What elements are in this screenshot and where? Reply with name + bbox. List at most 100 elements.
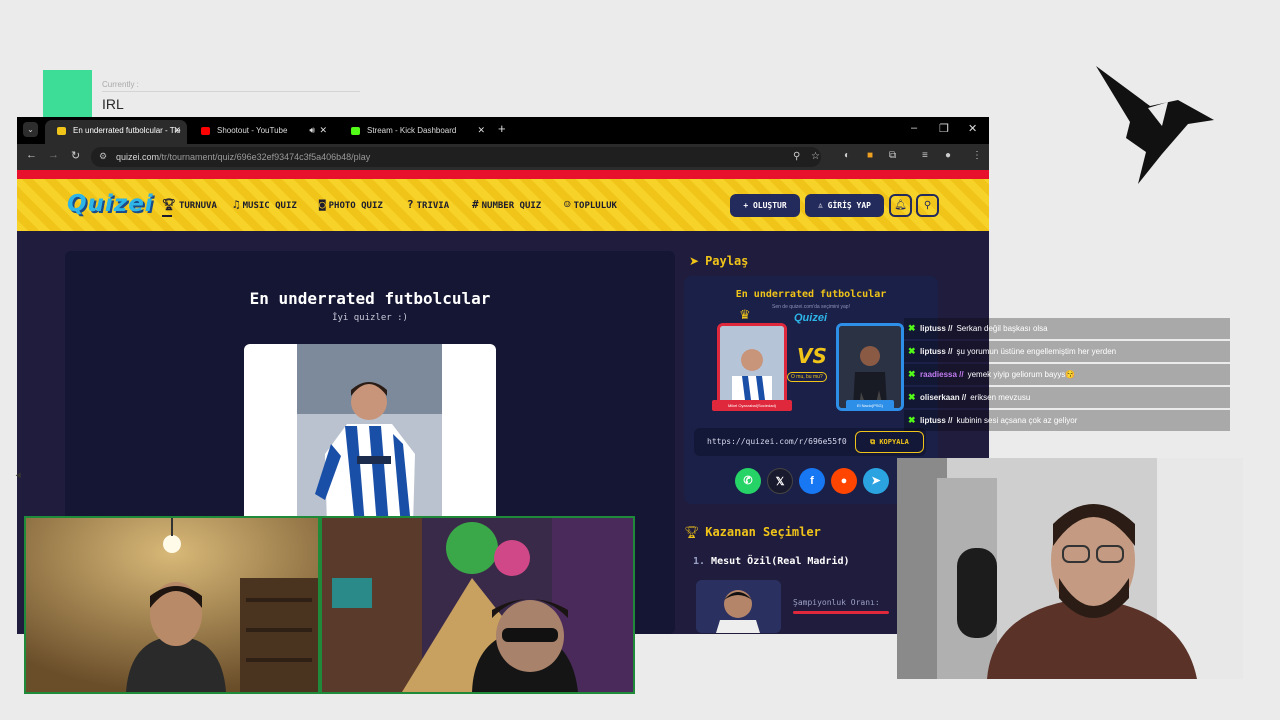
chat-message: ✖ liptuss //şu yorumun üstüne engellemişt… — [904, 341, 1230, 362]
minimize-icon[interactable]: – — [911, 122, 917, 134]
user-icon: ♙ — [818, 201, 828, 210]
bird-logo-icon — [1096, 66, 1214, 184]
chat-message: ✖ raadiessa //yemek yiyip geliorum bayys😚 — [904, 364, 1230, 385]
address-bar[interactable]: ⚙ quizei.com/tr/tournament/quiz/696e32ef… — [91, 147, 821, 167]
extension-icon[interactable]: ◐ — [844, 150, 850, 161]
player-choice-card[interactable] — [244, 344, 496, 526]
telegram-icon[interactable]: ➤ — [863, 468, 889, 494]
chat-overlay: ✖ liptuss //Serkan değil başkası olsa ✖ li… — [904, 318, 1230, 433]
trophy-icon: 🏆︎ — [162, 198, 176, 211]
winner-item[interactable]: 1. Mesut Özil(Real Madrid) — [693, 556, 850, 567]
share-link-text[interactable]: https://quizei.com/r/696e55f0 — [707, 437, 852, 446]
vs-quizei-logo: Quizei — [794, 312, 828, 324]
kick-badge-icon: ✖ — [908, 415, 916, 425]
close-icon[interactable]: ✕ — [319, 120, 327, 141]
streamer-webcam — [897, 458, 1243, 679]
vs-left-photo — [717, 323, 787, 411]
maximize-icon[interactable]: ❐ — [939, 122, 949, 135]
kick-badge-icon: ✖ — [908, 346, 916, 356]
nav-trivia[interactable]: ? TRIVIA — [407, 198, 449, 211]
kick-badge-icon: ✖ — [908, 392, 916, 402]
forward-icon[interactable]: → — [48, 149, 59, 161]
close-icon[interactable]: ✕ — [173, 120, 181, 141]
status-swatch — [43, 70, 92, 118]
reload-icon[interactable]: ↻ — [71, 149, 80, 162]
chat-message: ✖ oliserkaan //eriksen mevzusu — [904, 387, 1230, 408]
quiz-subtitle: İyi quizler :) — [332, 313, 408, 323]
status-divider — [102, 91, 360, 92]
send-icon: ➤ — [689, 254, 700, 268]
guest-webcam-left — [24, 516, 320, 694]
chat-message: ✖ liptuss //Serkan değil başkası olsa — [904, 318, 1230, 339]
hash-icon: # — [472, 198, 479, 211]
winner-rate-bar — [793, 611, 889, 614]
facebook-icon[interactable]: f — [799, 468, 825, 494]
kick-badge-icon: ✖ — [908, 323, 916, 333]
question-icon: ? — [407, 198, 414, 211]
share-card-subtitle: Sen de quizei.com'da seçimini yap! — [772, 304, 850, 310]
bell-icon[interactable]: 🔔︎ — [889, 194, 912, 217]
zoom-icon[interactable]: ⚲ — [793, 151, 800, 162]
vs-right-photo — [836, 323, 904, 411]
tab-label: Stream - Kick Dashboard — [367, 126, 457, 135]
share-card-title: En underrated futbolcular — [735, 289, 887, 300]
speaker-icon[interactable]: 🔊︎ — [309, 120, 315, 141]
search-icon[interactable]: ⚲ — [916, 194, 939, 217]
tab-search-dropdown[interactable]: ⌄ — [23, 122, 38, 137]
tab-bar: ⌄ En underrated futbolcular - Tie ✕ Shoo… — [17, 117, 989, 144]
puzzle-icon[interactable]: ⧉ — [889, 150, 896, 161]
kick-favicon-icon — [351, 127, 360, 135]
vs-text: VS — [797, 344, 827, 368]
site-info-icon[interactable]: ⚙ — [99, 151, 107, 162]
tab-quizei[interactable]: En underrated futbolcular - Tie ✕ — [45, 120, 187, 144]
nav-music-quiz[interactable]: ♫ MUSIC QUIZ — [233, 198, 297, 211]
quizei-favicon-icon — [57, 127, 66, 135]
tab-youtube[interactable]: Shootout - YouTube 🔊︎ ✕ — [189, 120, 333, 144]
tab-label: En underrated futbolcular - Tie — [73, 126, 181, 135]
quizei-logo[interactable]: Quizei — [67, 191, 154, 217]
music-icon: ♫ — [233, 198, 240, 211]
site-header: Quizei 🏆︎ TURNUVA ♫ MUSIC QUIZ ◙ PHOTO QUIZ… — [17, 179, 989, 231]
window-close-icon[interactable]: ✕ — [968, 122, 977, 135]
media-icon[interactable]: ≡ — [922, 150, 928, 161]
vs-right-name: El Nacio(PSG) — [846, 400, 894, 411]
trophy-icon: 🏆︎ — [684, 525, 700, 539]
profile-icon[interactable]: ● — [945, 150, 951, 161]
tab-label: Shootout - YouTube — [217, 126, 288, 135]
create-button[interactable]: + OLUŞTUR — [730, 194, 800, 217]
login-button[interactable]: ♙ GİRİŞ YAP — [805, 194, 884, 217]
new-tab-icon[interactable]: + — [498, 121, 506, 136]
back-icon[interactable]: ← — [26, 149, 37, 161]
status-caption: Currently : — [102, 80, 139, 89]
whatsapp-icon[interactable]: ✆ — [735, 468, 761, 494]
player-photo — [297, 344, 442, 526]
camera-icon: ◙ — [319, 198, 326, 211]
winner-rate-label: Şampiyonluk Oranı: — [793, 598, 880, 607]
winner-photo — [696, 580, 781, 633]
crown-icon: ♛ — [739, 307, 751, 322]
copy-button[interactable]: ⧉ KOPYALA — [855, 431, 924, 453]
nav-photo-quiz[interactable]: ◙ PHOTO QUIZ — [319, 198, 383, 211]
share-link-box: https://quizei.com/r/696e55f0 ⧉ KOPYALA — [694, 428, 926, 456]
winners-section-header: 🏆︎ Kazanan Seçimler — [684, 525, 821, 539]
close-icon[interactable]: ✕ — [477, 120, 485, 141]
nav-topluluk[interactable]: ☺ TOPLULUK — [564, 198, 617, 211]
bookmark-star-icon[interactable]: ☆ — [811, 151, 820, 162]
reddit-icon[interactable]: ● — [831, 468, 857, 494]
youtube-favicon-icon — [201, 127, 210, 135]
nav-turnuva[interactable]: 🏆︎ TURNUVA — [162, 198, 217, 211]
game-capture — [320, 516, 635, 694]
tab-kick[interactable]: Stream - Kick Dashboard ✕ — [339, 120, 491, 144]
share-section-header: ➤ Paylaş — [689, 254, 749, 268]
site-topline — [17, 170, 989, 179]
nav-active-indicator — [162, 215, 172, 217]
chat-message: ✖ liptuss //kubinin sesi açsana çok az ge… — [904, 410, 1230, 431]
url-text: quizei.com/tr/tournament/quiz/696e32ef93… — [116, 152, 371, 162]
nav-number-quiz[interactable]: # NUMBER QUIZ — [472, 198, 541, 211]
vs-question: O mu, bu mu? — [787, 372, 827, 382]
users-icon: ☺ — [564, 198, 571, 211]
x-twitter-icon[interactable]: 𝕏 — [767, 468, 793, 494]
extension-icon[interactable]: ■ — [867, 150, 873, 161]
menu-kebab-icon[interactable]: ⋮ — [972, 150, 982, 161]
status-value: IRL — [102, 96, 124, 112]
